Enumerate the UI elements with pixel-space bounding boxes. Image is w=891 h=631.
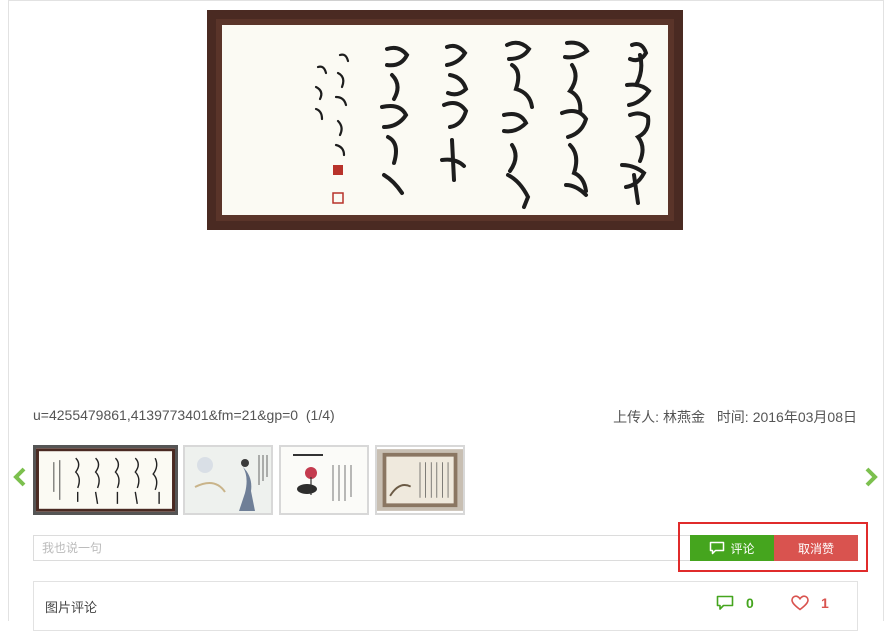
top-divider <box>290 0 600 1</box>
uploader-label: 上传人: <box>613 409 660 425</box>
calligraphy-paper <box>222 25 668 215</box>
comment-button[interactable]: 评论 <box>690 535 774 561</box>
comment-count-stat[interactable]: 0 <box>716 595 754 611</box>
next-arrow-icon[interactable] <box>864 467 878 487</box>
thumbnail-2[interactable] <box>183 445 273 515</box>
image-caption: u=4255479861,4139773401&fm=21&gp=0 (1/4) <box>33 407 335 423</box>
uploader-name: 林燕金 <box>663 409 706 425</box>
like-count-stat[interactable]: 1 <box>791 595 829 611</box>
thumbnail-3[interactable] <box>279 445 369 515</box>
unlike-button[interactable]: 取消赞 <box>774 535 858 561</box>
calligraphy-strokes <box>314 40 652 209</box>
comment-count-icon <box>716 595 734 610</box>
comments-section: 图片评论 0 1 <box>33 581 858 631</box>
prev-arrow-icon[interactable] <box>13 467 27 487</box>
seal-stamp-2 <box>332 192 344 204</box>
time-value: 2016年03月08日 <box>752 409 857 425</box>
image-filename: u=4255479861,4139773401&fm=21&gp=0 <box>33 407 299 423</box>
main-image[interactable] <box>207 10 683 230</box>
thumbnail-4[interactable] <box>375 445 465 515</box>
comment-count: 0 <box>746 595 754 611</box>
like-count: 1 <box>821 595 829 611</box>
speech-bubble-icon <box>710 541 725 555</box>
heart-icon <box>791 595 809 611</box>
comments-title: 图片评论 <box>45 600 98 615</box>
unlike-button-label: 取消赞 <box>797 541 834 556</box>
comment-button-label: 评论 <box>730 541 755 556</box>
time-label: 时间: <box>716 409 749 425</box>
image-position: (1/4) <box>305 407 335 423</box>
upload-info: 上传人: 林燕金 时间: 2016年03月08日 <box>609 407 857 427</box>
comment-input[interactable] <box>33 535 693 561</box>
seal-stamp <box>333 165 343 175</box>
thumbnail-1[interactable] <box>33 445 178 515</box>
